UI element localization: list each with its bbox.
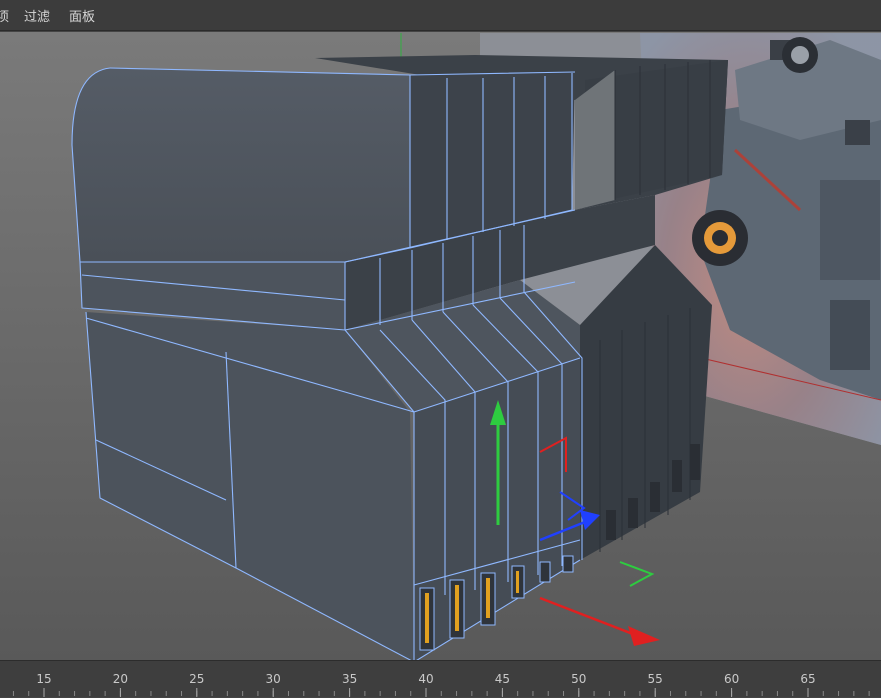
menu-bar: 项 过滤 面板 bbox=[0, 0, 881, 31]
timeline-tick-label: 25 bbox=[189, 672, 204, 686]
timeline-tick-label: 60 bbox=[724, 672, 739, 686]
timeline-tick-label: 15 bbox=[36, 672, 51, 686]
timeline-tick-label: 55 bbox=[648, 672, 663, 686]
menu-item-filter[interactable]: 过滤 bbox=[24, 6, 50, 25]
timeline-tick-label: 35 bbox=[342, 672, 357, 686]
menu-item-panels[interactable]: 面板 bbox=[69, 6, 95, 25]
timeline-tick-label: 40 bbox=[418, 672, 433, 686]
timeline-ruler[interactable]: 15202530354045505560657 bbox=[0, 661, 881, 698]
timeline-tick-label: 50 bbox=[571, 672, 586, 686]
viewport-3d[interactable] bbox=[0, 32, 881, 660]
timeline-tick-label: 65 bbox=[800, 672, 815, 686]
timeline-tick-label: 20 bbox=[113, 672, 128, 686]
timeline[interactable]: 15202530354045505560657 bbox=[0, 660, 881, 697]
timeline-tick-label: 30 bbox=[266, 672, 281, 686]
menu-item-0[interactable]: 项 bbox=[0, 6, 9, 25]
viewport-canvas[interactable] bbox=[0, 32, 881, 660]
timeline-tick-label: 45 bbox=[495, 672, 510, 686]
